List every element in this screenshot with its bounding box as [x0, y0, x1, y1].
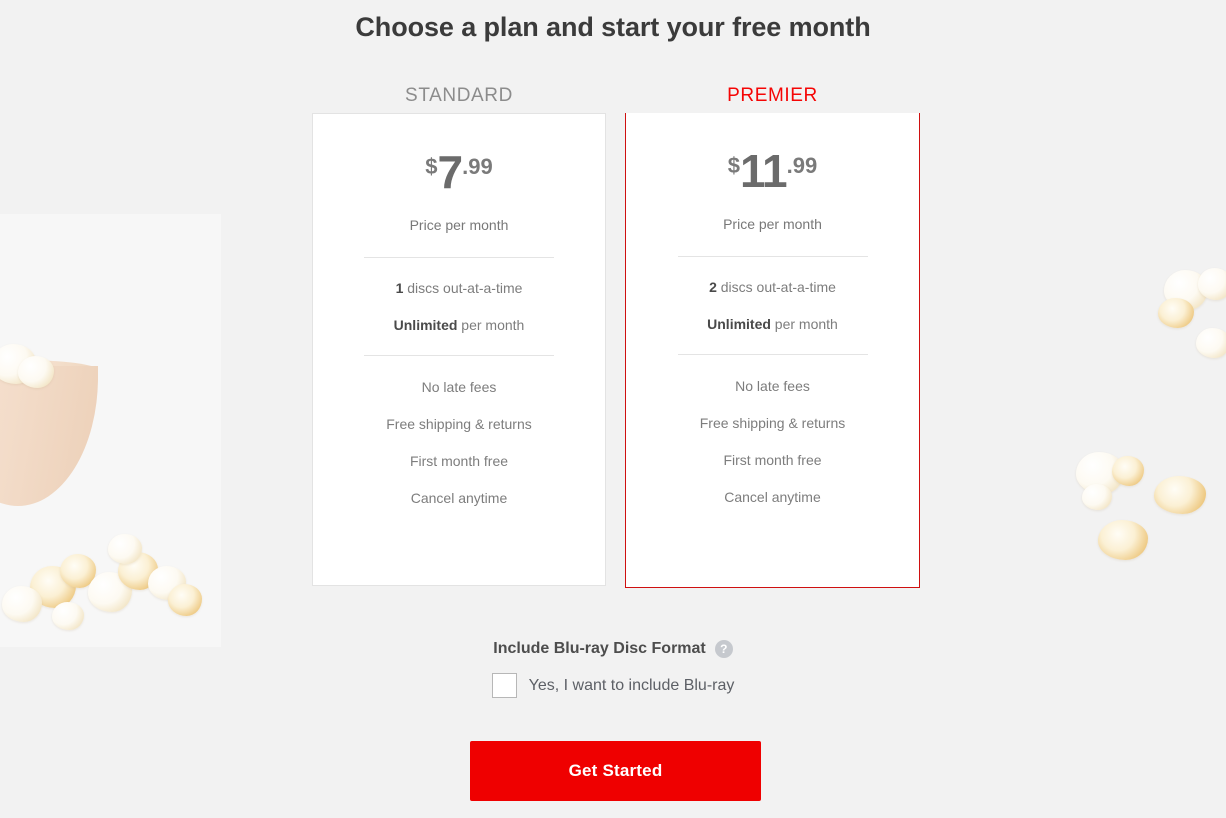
price-caption: Price per month — [409, 217, 509, 233]
plan-price-premier: $11.99 — [626, 148, 919, 194]
popcorn-kernel-icon — [168, 584, 202, 616]
plan-spec-discs-text: discs out-at-a-time — [403, 280, 523, 296]
pricing-page: Choose a plan and start your free month … — [0, 0, 1226, 818]
plan-perk: Free shipping & returns — [386, 416, 532, 432]
bluray-choice-row[interactable]: Yes, I want to include Blu-ray — [0, 673, 1226, 698]
popcorn-kernel-icon — [1198, 268, 1226, 300]
plan-label-standard: STANDARD — [405, 85, 513, 106]
plan-perk: Free shipping & returns — [699, 415, 846, 431]
price-currency: $ — [425, 154, 438, 179]
price-currency: $ — [727, 153, 740, 178]
bowl-shape — [0, 366, 98, 506]
plan-card-standard[interactable]: $7.99 Price per month 1 discs out-at-a-t… — [312, 113, 606, 586]
popcorn-kernel-icon — [1196, 328, 1226, 358]
page-title: Choose a plan and start your free month — [355, 12, 871, 42]
plan-spec-exchanges-value: Unlimited — [393, 317, 458, 333]
plan-spec-exchanges-text: per month — [457, 317, 525, 333]
card-divider — [677, 256, 868, 257]
plan-spec-discs-text: discs out-at-a-time — [716, 279, 836, 295]
popcorn-kernel-icon — [1082, 484, 1112, 510]
popcorn-kernel-icon — [18, 356, 54, 388]
plan-spec-exchanges: Unlimited per month — [626, 316, 919, 332]
popcorn-kernel-icon — [1154, 476, 1206, 514]
bluray-checkbox[interactable] — [491, 673, 517, 698]
plan-spec-exchanges-text: per month — [770, 316, 838, 332]
plan-perk: Cancel anytime — [724, 489, 821, 505]
plan-perk: No late fees — [421, 379, 497, 395]
get-started-button[interactable]: Get Started — [470, 741, 761, 801]
price-caption: Price per month — [723, 216, 822, 232]
help-icon[interactable]: ? — [714, 640, 733, 658]
plan-perk: First month free — [723, 452, 822, 468]
plan-card-premier[interactable]: $11.99 Price per month 2 discs out-at-a-… — [625, 113, 920, 588]
popcorn-kernel-icon — [108, 534, 142, 564]
popcorn-kernel-icon — [1112, 456, 1144, 486]
plan-spec-exchanges: Unlimited per month — [313, 317, 605, 333]
popcorn-kernel-icon — [1158, 298, 1194, 328]
plan-spec-discs: 1 discs out-at-a-time — [313, 280, 605, 296]
popcorn-kernel-icon — [2, 586, 42, 622]
card-divider — [677, 354, 868, 355]
popcorn-kernel-icon — [52, 602, 84, 630]
popcorn-floating-image — [1046, 250, 1226, 610]
plan-label-premier: PREMIER — [727, 85, 818, 106]
plan-price-standard: $7.99 — [313, 149, 605, 195]
plan-perk: Cancel anytime — [410, 490, 508, 506]
price-whole: 11 — [740, 145, 788, 197]
bluray-section: Include Blu-ray Disc Format ? Yes, I wan… — [0, 640, 1226, 698]
bluray-title: Include Blu-ray Disc Format ? — [493, 640, 733, 658]
bluray-title-text: Include Blu-ray Disc Format — [493, 640, 706, 657]
price-whole: 7 — [437, 146, 464, 198]
popcorn-bowl-image — [0, 214, 221, 647]
plan-perk: No late fees — [735, 378, 810, 394]
popcorn-kernel-icon — [1098, 520, 1148, 560]
plan-spec-discs: 2 discs out-at-a-time — [626, 279, 919, 295]
plan-spec-discs-value: 2 — [709, 279, 717, 295]
price-decimal: .99 — [786, 153, 818, 178]
price-decimal: .99 — [462, 154, 493, 179]
bluray-checkbox-label[interactable]: Yes, I want to include Blu-ray — [529, 677, 735, 695]
plan-perk: First month free — [409, 453, 509, 469]
card-divider — [364, 257, 554, 258]
card-divider — [364, 355, 554, 356]
plan-spec-exchanges-value: Unlimited — [707, 316, 771, 332]
